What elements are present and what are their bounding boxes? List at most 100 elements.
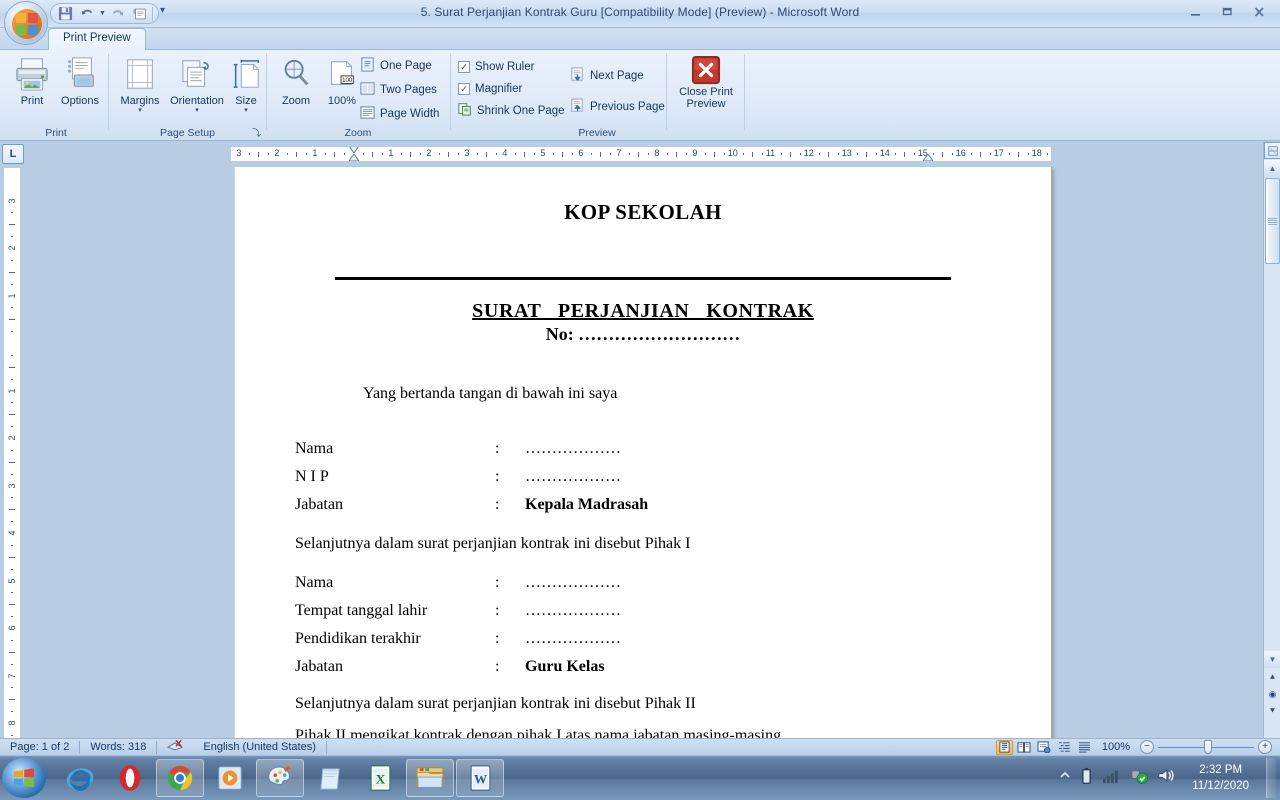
previous-object-button[interactable]: ⯅	[1264, 669, 1280, 686]
tab-stop-selector[interactable]: L	[2, 144, 24, 164]
margins-dropdown-icon[interactable]: ▾	[112, 107, 168, 115]
orientation-button[interactable]: Orientation ▾	[162, 53, 232, 115]
print-button[interactable]: Print	[6, 53, 58, 107]
volume-icon[interactable]	[1157, 767, 1175, 789]
taskbar-item-notepad[interactable]	[306, 759, 354, 797]
taskbar-item-word[interactable]: W	[456, 759, 504, 797]
word-count[interactable]: Words: 318	[80, 739, 156, 756]
ruler-tick	[933, 153, 934, 155]
taskbar-item-paint[interactable]	[256, 759, 304, 797]
field-value: Guru Kelas	[525, 658, 605, 675]
margins-button[interactable]: Margins ▾	[112, 53, 168, 115]
orientation-dropdown-icon[interactable]: ▾	[162, 107, 232, 115]
page-indicator[interactable]: Page: 1 of 2	[0, 739, 79, 756]
ruler-tick	[11, 687, 13, 688]
split-window-button[interactable]	[1264, 142, 1280, 159]
field-value: ………………	[525, 602, 621, 619]
close-print-preview-button[interactable]: Close Print Preview	[674, 54, 738, 110]
next-page-item[interactable]: Next Page	[570, 66, 644, 84]
ruler-tick	[895, 153, 896, 155]
zoom-slider-track[interactable]	[1158, 739, 1254, 754]
zoom-slider-thumb[interactable]	[1204, 739, 1212, 754]
tray-expand-icon[interactable]	[1059, 769, 1071, 787]
ruler-tick	[344, 153, 345, 155]
zoom-control[interactable]: 100% − +	[1096, 739, 1272, 754]
ruler-tick	[11, 664, 13, 665]
options-button[interactable]: Options	[54, 53, 106, 107]
page-width-item[interactable]: Page Width	[360, 105, 439, 122]
ruler-tick	[638, 152, 639, 157]
taskbar-item-file-explorer[interactable]	[406, 759, 454, 797]
customize-qat-icon[interactable]: ▾	[160, 5, 165, 16]
start-button[interactable]	[2, 758, 46, 798]
tab-print-preview[interactable]: Print Preview	[48, 28, 146, 50]
two-pages-item[interactable]: Two Pages	[360, 81, 437, 98]
zoom-in-button[interactable]: +	[1258, 740, 1272, 754]
view-web-layout-button[interactable]	[1036, 740, 1053, 755]
previous-page-item[interactable]: Previous Page	[570, 97, 665, 115]
ruler-tick	[724, 153, 725, 155]
select-browse-object-button[interactable]: ◉	[1264, 686, 1280, 703]
taskbar-item-google-chrome[interactable]	[156, 759, 204, 797]
ruler-tick	[401, 153, 402, 155]
save-icon[interactable]	[55, 5, 75, 23]
header-divider	[335, 277, 951, 280]
view-outline-button[interactable]	[1056, 740, 1073, 755]
ruler-tick	[11, 402, 13, 403]
one-page-item[interactable]: One Page	[360, 56, 432, 74]
minimize-button[interactable]	[1180, 2, 1210, 22]
horizontal-ruler[interactable]: 3 2 1 1 2 3 4 5 6 7 8 9 10 11 12 13 14 15 16 17 18	[230, 146, 1052, 162]
next-object-button[interactable]: ⯆	[1264, 703, 1280, 720]
taskbar-item-opera[interactable]	[106, 759, 154, 797]
zoom-level[interactable]: 100%	[1096, 741, 1136, 753]
close-button[interactable]	[1244, 2, 1274, 22]
network-signal-icon[interactable]	[1102, 768, 1120, 789]
taskbar-item-media-player[interactable]	[206, 759, 254, 797]
svg-text:100: 100	[342, 77, 353, 84]
ruler-tick-label: 3	[7, 198, 17, 204]
vertical-ruler[interactable]: 3 2 1 1 2 3 4 5 6 7 8	[4, 168, 20, 738]
magnifier-item[interactable]: ✓ Magnifier	[458, 80, 522, 97]
view-draft-button[interactable]	[1076, 740, 1093, 755]
show-desktop-button[interactable]	[1266, 758, 1276, 798]
field-row: Jabatan: Kepala Madrasah	[295, 491, 991, 519]
hanging-indent-marker[interactable]	[348, 153, 360, 161]
status-bar-right: 100% − +	[995, 739, 1280, 755]
magnifier-checkbox[interactable]: ✓	[458, 82, 470, 95]
shrink-one-page-item[interactable]: Shrink One Page	[458, 102, 565, 119]
page-setup-dialog-launcher-icon[interactable]: ⤵	[251, 128, 262, 139]
taskbar-item-excel[interactable]: X	[356, 759, 404, 797]
usb-safe-remove-icon[interactable]	[1129, 767, 1149, 790]
clock[interactable]: 2:32 PM 11/12/2020	[1184, 762, 1257, 794]
ruler-tick	[752, 152, 753, 157]
scroll-up-button[interactable]: ▲	[1264, 160, 1280, 177]
document-page[interactable]: KOP SEKOLAH SURAT PERJANJIAN KONTRAK No:…	[234, 167, 1052, 738]
ruler-tick	[11, 450, 13, 451]
zoom-out-button[interactable]: −	[1140, 740, 1154, 754]
quick-access-toolbar: ▼	[50, 3, 159, 24]
document-area[interactable]: KOP SEKOLAH SURAT PERJANJIAN KONTRAK No:…	[24, 165, 1240, 738]
view-full-screen-reading-button[interactable]	[1016, 740, 1033, 755]
view-print-layout-button[interactable]	[995, 739, 1013, 755]
ruler-tick	[9, 604, 15, 605]
show-ruler-checkbox[interactable]: ✓	[458, 60, 470, 73]
undo-icon[interactable]	[77, 5, 97, 23]
scroll-down-button[interactable]: ▼	[1264, 651, 1280, 668]
restore-button[interactable]	[1212, 2, 1242, 22]
right-indent-marker[interactable]	[922, 153, 934, 161]
proofing-status[interactable]	[157, 739, 193, 756]
redo-icon[interactable]	[108, 5, 128, 23]
scrollbar-thumb[interactable]	[1265, 178, 1280, 264]
first-line-indent-marker[interactable]	[349, 147, 359, 154]
taskbar-item-internet-explorer[interactable]	[56, 759, 104, 797]
show-ruler-item[interactable]: ✓ Show Ruler	[458, 58, 534, 75]
size-button[interactable]: Size ▾	[228, 53, 264, 115]
zoom-button[interactable]: Zoom	[270, 53, 322, 107]
language-indicator[interactable]: English (United States)	[193, 739, 326, 756]
office-button[interactable]	[4, 1, 48, 45]
battery-icon[interactable]	[1080, 767, 1093, 790]
print-preview-icon[interactable]	[130, 5, 150, 23]
undo-dropdown-icon[interactable]: ▼	[99, 10, 106, 17]
vertical-scrollbar[interactable]: ▲ ▼ ⯅ ◉ ⯆	[1263, 142, 1280, 738]
size-dropdown-icon[interactable]: ▾	[228, 107, 264, 115]
